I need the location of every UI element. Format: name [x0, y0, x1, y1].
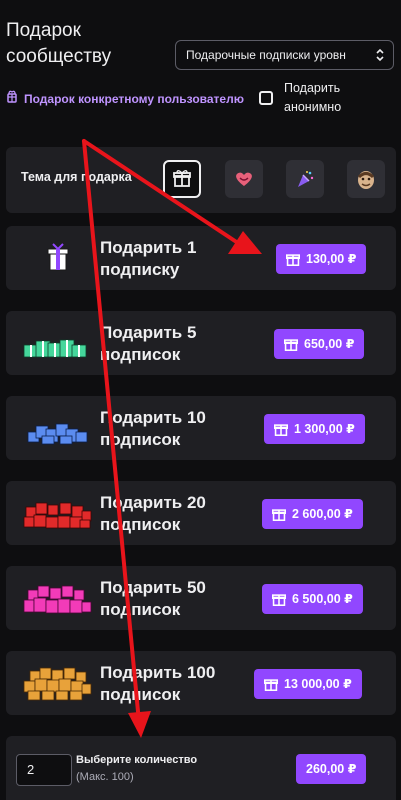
gift-buy-button[interactable]: 6 500,00 ₽ [262, 584, 363, 614]
gift-row-100: Подарить 100 подписок 13 000,00 ₽ [6, 651, 396, 715]
gift-row-5: Подарить 5 подписок 650,00 ₽ [6, 311, 396, 375]
gift-price: 130,00 ₽ [306, 252, 357, 266]
theme-option-heart[interactable] [225, 160, 263, 198]
party-popper-icon [298, 171, 314, 187]
arrowhead-down [128, 711, 151, 738]
gift-boxes-icon [23, 339, 87, 358]
gift-user-label: Подарок конкретному пользователю [24, 92, 244, 106]
custom-buy-button[interactable]: 260,00 ₽ [296, 754, 367, 784]
gift-row-1: Подарить 1 подписку 130,00 ₽ [6, 226, 396, 290]
page-title: Подарок сообществу [6, 20, 112, 67]
gift-boxes-icon [23, 667, 92, 701]
custom-quantity-row: 2 Выберите количество (Макс. 100) 260,00… [6, 736, 396, 800]
tier-select-value: Подарочные подписки уровн [186, 48, 346, 62]
theme-option-party[interactable] [286, 160, 324, 198]
gift-icon [284, 332, 298, 362]
gift-user-link[interactable]: Подарок конкретному пользователю [6, 89, 258, 108]
anonymous-checkbox[interactable] [259, 91, 273, 105]
quantity-label: Выберите количество [76, 754, 198, 766]
anonymous-label: Подарить анонимно [284, 81, 342, 114]
gift-label: Подарить 20 подписок [100, 493, 206, 534]
gift-row-50: Подарить 50 подписок 6 500,00 ₽ [6, 566, 396, 630]
chevron-updown-icon [375, 41, 385, 69]
gift-boxes-icon [23, 585, 92, 614]
gift-icon [173, 170, 191, 187]
quantity-max-hint: (Макс. 100) [76, 771, 134, 783]
gift-buy-button[interactable]: 2 600,00 ₽ [262, 499, 363, 529]
gift-row-20: Подарить 20 подписок 2 600,00 ₽ [6, 481, 396, 545]
gift-price: 2 600,00 ₽ [292, 507, 353, 521]
gift-buy-button[interactable]: 13 000,00 ₽ [254, 669, 362, 699]
gift-icon [272, 587, 286, 617]
gift-price: 650,00 ₽ [304, 337, 355, 351]
gift-boxes-icon [23, 502, 92, 529]
gift-price: 13 000,00 ₽ [284, 677, 352, 691]
gift-boxes-icon [27, 423, 88, 445]
gift-label: Подарить 1 подписку [100, 238, 197, 279]
tier-select[interactable]: Подарочные подписки уровн [175, 40, 394, 70]
gift-boxes-icon [47, 243, 69, 271]
gift-buy-button[interactable]: 1 300,00 ₽ [264, 414, 365, 444]
gift-price: 1 300,00 ₽ [294, 422, 355, 436]
gift-icon [272, 502, 286, 532]
gift-icon [264, 672, 278, 702]
emote-face-icon [357, 171, 375, 189]
gift-row-10: Подарить 10 подписок 1 300,00 ₽ [6, 396, 396, 460]
theme-option-emote[interactable] [347, 160, 385, 198]
gift-buy-button[interactable]: 650,00 ₽ [274, 329, 365, 362]
gift-icon [286, 247, 300, 277]
theme-panel: Тема для подарка [6, 147, 396, 213]
gift-label: Подарить 100 подписок [100, 663, 216, 704]
gift-label: Подарить 10 подписок [100, 408, 206, 449]
gift-user-icon [6, 89, 20, 108]
gift-label: Подарить 50 подписок [100, 578, 206, 619]
gift-price: 6 500,00 ₽ [292, 592, 353, 606]
gift-label: Подарить 5 подписок [100, 323, 197, 364]
theme-label: Тема для подарка [21, 170, 132, 184]
gift-icon [274, 417, 288, 447]
quantity-input[interactable]: 2 [16, 754, 72, 786]
heart-icon [236, 172, 252, 186]
gift-buy-button[interactable]: 130,00 ₽ [276, 244, 367, 277]
theme-option-gift[interactable] [163, 160, 201, 198]
